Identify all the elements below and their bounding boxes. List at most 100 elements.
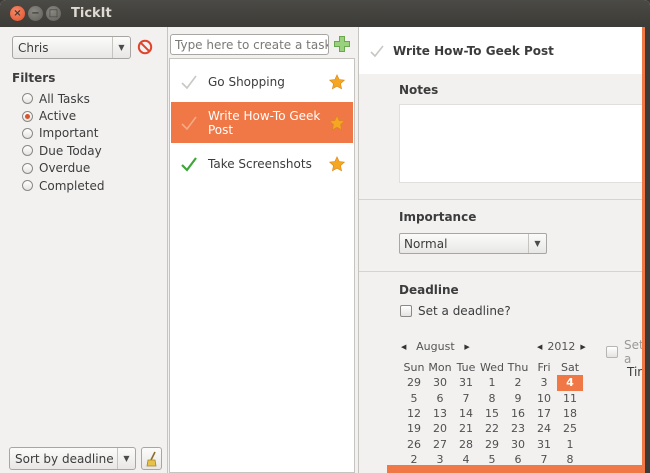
- task-row[interactable]: Go Shopping: [171, 61, 353, 102]
- set-time-checkbox[interactable]: Set a: [606, 338, 642, 366]
- calendar-day[interactable]: 21: [453, 421, 479, 436]
- task-row[interactable]: Take Screenshots: [171, 143, 353, 184]
- close-window-button[interactable]: ×: [10, 6, 25, 21]
- calendar-day[interactable]: 30: [505, 436, 531, 451]
- weekday-label: Sat: [560, 361, 580, 375]
- calendar-day[interactable]: 4: [557, 375, 583, 391]
- radio-button[interactable]: [22, 93, 33, 105]
- calendar-day[interactable]: 27: [427, 436, 453, 451]
- filter-label: Overdue: [39, 161, 91, 176]
- radio-button[interactable]: [22, 162, 33, 174]
- filter-due-today[interactable]: Due Today: [22, 142, 104, 159]
- remove-user-icon[interactable]: [137, 39, 153, 55]
- radio-button[interactable]: [22, 145, 33, 157]
- filter-completed[interactable]: Completed: [22, 177, 104, 194]
- check-icon[interactable]: [180, 155, 198, 173]
- calendar-day[interactable]: 20: [427, 421, 453, 436]
- calendar-day[interactable]: 15: [479, 406, 505, 421]
- check-icon[interactable]: [369, 43, 385, 59]
- deadline-label: Deadline: [399, 283, 459, 297]
- importance-label: Importance: [399, 210, 477, 224]
- tickit-window: × − □ TickIt Chris ▼ Filters All Tasks Ac…: [0, 0, 650, 473]
- details-header: Write How-To Geek Post: [359, 27, 642, 74]
- check-icon[interactable]: [180, 114, 198, 132]
- calendar-day[interactable]: 5: [401, 391, 427, 406]
- window-right-edge: [642, 27, 650, 473]
- task-label: Take Screenshots: [208, 156, 312, 171]
- radio-button[interactable]: [22, 110, 33, 122]
- calendar-day[interactable]: 16: [505, 406, 531, 421]
- calendar-day[interactable]: 8: [479, 391, 505, 406]
- filter-all-tasks[interactable]: All Tasks: [22, 90, 104, 107]
- calendar-day[interactable]: 23: [505, 421, 531, 436]
- set-deadline-checkbox[interactable]: Set a deadline?: [400, 304, 511, 318]
- clear-completed-button[interactable]: [141, 447, 162, 470]
- weekday-label: Wed: [480, 361, 504, 375]
- calendar-week-row: 12 13 14 15 16 17 18: [401, 406, 583, 421]
- calendar-day[interactable]: 31: [531, 436, 557, 451]
- calendar-day[interactable]: 19: [401, 421, 427, 436]
- calendar-day[interactable]: 12: [401, 406, 427, 421]
- filter-label: Important: [39, 126, 99, 141]
- calendar-day[interactable]: 31: [453, 375, 479, 390]
- filter-label: Active: [39, 109, 77, 124]
- calendar-year: 2012: [547, 340, 576, 353]
- calendar-day[interactable]: 30: [427, 375, 453, 390]
- maximize-window-button[interactable]: □: [46, 6, 61, 21]
- add-task-icon[interactable]: [333, 35, 351, 53]
- new-task-input[interactable]: [170, 34, 329, 55]
- calendar-day[interactable]: 14: [453, 406, 479, 421]
- calendar-day[interactable]: 26: [401, 436, 427, 451]
- year-navigator: ◀ 2012 ▶: [537, 340, 586, 353]
- calendar-day[interactable]: 1: [557, 436, 583, 451]
- calendar-day[interactable]: 25: [557, 421, 583, 436]
- importance-value: Normal: [404, 236, 448, 251]
- star-icon[interactable]: [329, 155, 345, 172]
- filter-overdue[interactable]: Overdue: [22, 160, 104, 177]
- task-label: Write How-To Geek Post: [208, 108, 321, 137]
- next-year-button[interactable]: ▶: [580, 343, 585, 351]
- calendar-day[interactable]: 28: [453, 436, 479, 451]
- filter-important[interactable]: Important: [22, 125, 104, 142]
- calendar-day[interactable]: 24: [531, 421, 557, 436]
- calendar-day[interactable]: 9: [505, 391, 531, 406]
- calendar-day[interactable]: 29: [479, 436, 505, 451]
- calendar-day[interactable]: 29: [401, 375, 427, 390]
- star-icon[interactable]: [329, 114, 345, 131]
- importance-select[interactable]: Normal ▼: [399, 233, 547, 254]
- set-deadline-label: Set a deadline?: [418, 304, 511, 318]
- user-select[interactable]: Chris ▼: [12, 36, 131, 59]
- check-icon[interactable]: [180, 73, 198, 91]
- calendar-day[interactable]: 22: [479, 421, 505, 436]
- calendar-day[interactable]: 13: [427, 406, 453, 421]
- calendar-day[interactable]: 17: [531, 406, 557, 421]
- calendar-day[interactable]: 2: [505, 375, 531, 390]
- calendar-day[interactable]: 11: [557, 391, 583, 406]
- calendar-day[interactable]: 3: [531, 375, 557, 390]
- chevron-down-icon: ▼: [112, 37, 130, 58]
- calendar-day[interactable]: 18: [557, 406, 583, 421]
- minimize-window-button[interactable]: −: [28, 6, 43, 21]
- broom-icon: [146, 451, 156, 466]
- calendar-week-row: 5 6 7 8 9 10 11: [401, 391, 583, 406]
- calendar-day[interactable]: 1: [479, 375, 505, 390]
- calendar-grid: Sun Mon Tue Wed Thu Fri Sat 29 30 31 1 2 3 4 5 6 7 8 9 10 11…: [401, 360, 583, 467]
- weekday-label: Tue: [456, 361, 476, 375]
- checkbox-box: [400, 305, 412, 317]
- filter-list: All Tasks Active Important Due Today Overdue…: [22, 90, 104, 194]
- filter-active[interactable]: Active: [22, 107, 104, 124]
- checkbox-box: [606, 346, 618, 358]
- star-icon[interactable]: [329, 73, 345, 90]
- calendar-day[interactable]: 7: [453, 391, 479, 406]
- notes-textarea[interactable]: [399, 104, 642, 183]
- radio-button[interactable]: [22, 127, 33, 139]
- sort-select[interactable]: Sort by deadline ▼: [9, 447, 136, 470]
- radio-button[interactable]: [22, 180, 33, 192]
- task-row[interactable]: Write How-To Geek Post: [171, 102, 353, 143]
- notes-label: Notes: [399, 83, 439, 97]
- calendar-day[interactable]: 6: [427, 391, 453, 406]
- weekday-label: Thu: [507, 361, 529, 375]
- weekday-label: Sun: [403, 361, 425, 375]
- next-month-button[interactable]: ▶: [464, 343, 469, 351]
- calendar-day[interactable]: 10: [531, 391, 557, 406]
